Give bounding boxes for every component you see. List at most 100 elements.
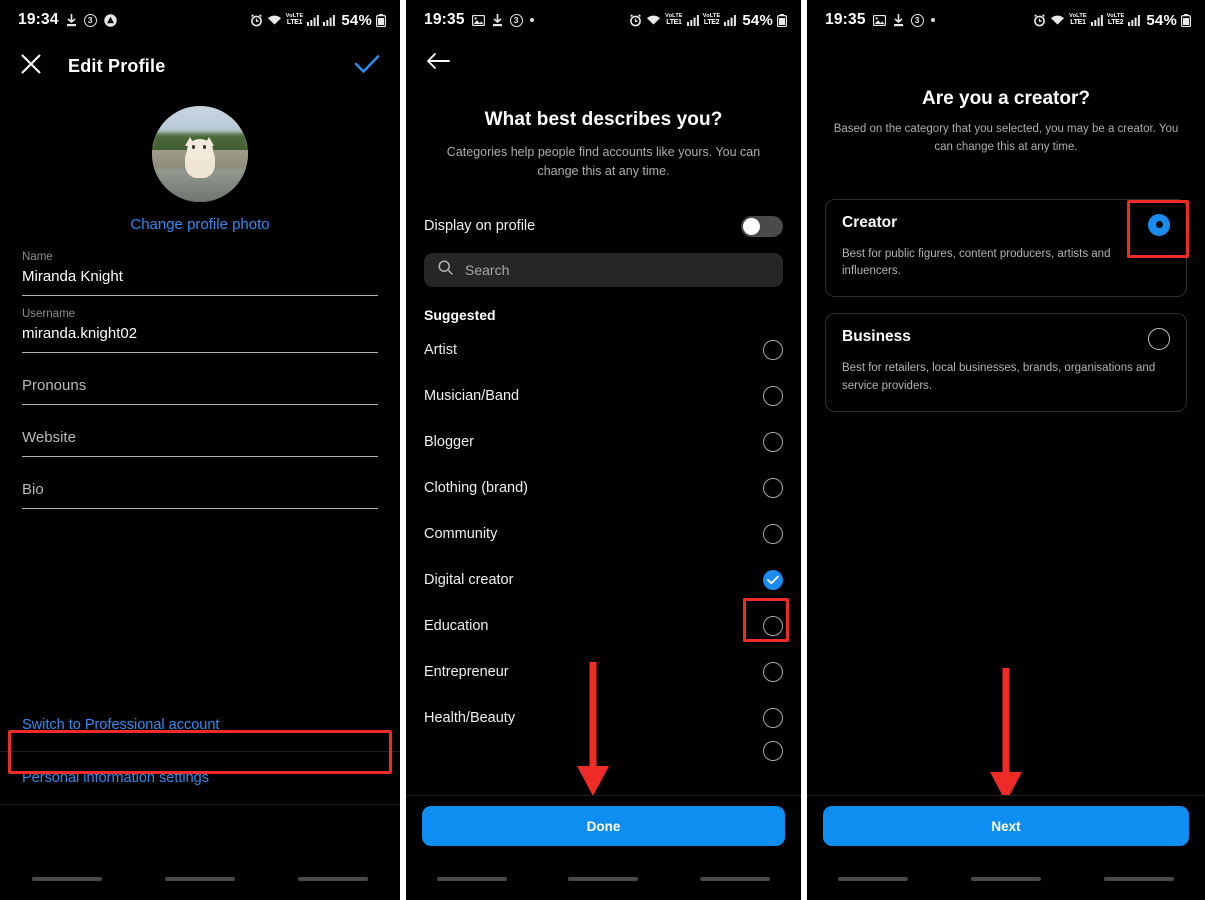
category-radio-selected[interactable] [763,569,783,590]
option-radio-business[interactable] [1148,328,1170,351]
dot-icon [930,18,935,22]
field-username[interactable]: Username miranda.knight02 [22,296,378,353]
battery-percent: 54% [341,11,372,29]
category-radio[interactable] [763,431,783,452]
android-nav-bar [0,858,400,900]
signal-bars-icon-1 [1090,14,1103,26]
download-icon [66,13,77,27]
nav-pill[interactable] [436,877,507,881]
switch-to-professional-account-link[interactable]: Switch to Professional account [0,699,400,752]
category-radio[interactable] [763,615,783,636]
display-on-profile-row[interactable]: Display on profile [424,215,783,237]
nav-pill[interactable] [31,877,102,881]
category-radio[interactable] [763,523,783,544]
page-subtitle: Categories help people find accounts lik… [446,145,761,179]
close-icon[interactable] [20,53,42,80]
android-nav-bar [406,858,801,900]
field-name[interactable]: Name Miranda Knight [22,239,378,296]
category-radio[interactable] [763,339,783,360]
category-row-blogger[interactable]: Blogger [406,419,801,465]
category-radio[interactable] [763,661,783,682]
signal-bars-icon-2 [724,14,737,26]
personal-information-settings-link[interactable]: Personal information settings [0,752,400,805]
field-underline [22,508,378,509]
circle-3-icon: 3 [910,13,924,27]
battery-icon [777,13,787,27]
alarm-icon [250,13,263,27]
done-button[interactable]: Done [422,806,785,846]
field-name-label: Name [22,251,53,263]
category-label: Entrepreneur [424,663,509,680]
nav-pill[interactable] [838,877,909,881]
page-title: Edit Profile [68,55,166,76]
nav-pill[interactable] [298,877,369,881]
option-radio-creator-selected[interactable] [1148,213,1170,236]
battery-icon [376,13,386,27]
category-list: Artist Musician/Band Blogger Clothing (b… [406,327,801,763]
next-bottom-bar: Next [807,795,1205,858]
arrow-to-next-button [990,668,1022,802]
category-row-entrepreneur[interactable]: Entrepreneur [406,649,801,695]
display-on-profile-toggle[interactable] [741,215,783,237]
option-card-business[interactable]: Business Best for retailers, local busin… [825,313,1187,412]
category-row-musician-band[interactable]: Musician/Band [406,373,801,419]
category-row-artist[interactable]: Artist [406,327,801,373]
wifi-icon [267,14,282,26]
back-arrow-button[interactable] [406,40,801,75]
category-row-community[interactable]: Community [406,511,801,557]
volte-lte1-icon: VoLTE LTE1 [665,12,683,27]
search-bar[interactable]: Search [424,252,783,287]
field-pronouns-placeholder[interactable]: Pronouns [22,365,378,404]
signal-bars-icon-1 [686,14,699,26]
option-description-creator: Best for public figures, content produce… [842,247,1111,278]
search-input[interactable]: Search [465,262,509,278]
category-row-digital-creator[interactable]: Digital creator [406,557,801,603]
wifi-icon [1050,14,1065,26]
category-label: Artist [424,341,458,358]
nav-pill[interactable] [1103,877,1174,881]
nav-pill[interactable] [164,877,235,881]
nav-pill[interactable] [700,877,771,881]
avatar[interactable] [152,106,248,202]
field-website-placeholder[interactable]: Website [22,417,378,456]
option-card-creator[interactable]: Creator Best for public figures, content… [825,198,1187,298]
battery-icon [1181,13,1191,27]
category-label: Health/Beauty [424,709,516,726]
field-underline [22,352,378,353]
wifi-icon [646,14,661,26]
check-icon[interactable] [354,53,380,80]
category-row-partial[interactable] [406,740,801,763]
field-bio[interactable]: Bio [22,457,378,509]
field-bio-placeholder[interactable]: Bio [22,469,378,508]
avatar-container[interactable] [0,106,400,202]
field-pronouns[interactable]: Pronouns [22,353,378,405]
download-icon [893,13,904,27]
search-icon [438,260,453,280]
field-name-value[interactable]: Miranda Knight [22,268,378,295]
three-panel-screenshot: 19:34 3 VoLTE LTE1 54% Edit Profile Chan… [0,0,1205,900]
change-profile-photo-link[interactable]: Change profile photo [0,216,400,233]
panel-category-picker: 19:35 3 VoLTE LTE1 VoLTE LTE2 54% What b… [406,0,801,900]
alarm-icon [1033,13,1046,27]
nav-pill[interactable] [568,877,639,881]
field-underline [22,456,378,457]
field-username-value[interactable]: miranda.knight02 [22,325,378,352]
category-row-education[interactable]: Education [406,603,801,649]
volte-lte1-icon: VoLTE LTE1 [285,12,304,27]
status-bar: 19:35 3 VoLTE LTE1 VoLTE LTE2 54% [406,0,801,40]
page-title: Are you a creator? [922,88,1090,109]
image-icon [471,14,485,26]
category-row-health-beauty[interactable]: Health/Beauty [406,695,801,741]
image-icon [872,14,886,26]
category-radio[interactable] [763,477,783,498]
category-radio[interactable] [763,385,783,406]
done-bottom-bar: Done [406,795,801,858]
nav-pill[interactable] [970,877,1041,881]
field-website[interactable]: Website [22,405,378,457]
category-radio[interactable] [763,707,783,728]
option-description-business: Best for retailers, local businesses, br… [842,362,1156,392]
category-radio[interactable] [763,740,783,761]
next-button[interactable]: Next [823,806,1189,846]
category-label: Community [424,525,498,542]
category-row-clothing-brand[interactable]: Clothing (brand) [406,465,801,511]
